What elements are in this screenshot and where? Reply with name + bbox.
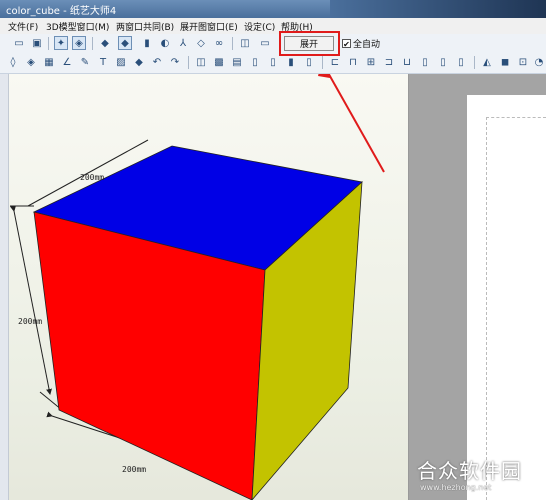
menu-settings[interactable]: 设定(C)	[244, 20, 275, 33]
mirror-icon[interactable]: ▯	[454, 55, 468, 69]
watermark-url: www.hezhong.net	[420, 483, 492, 492]
title-bar-background	[330, 0, 546, 18]
pattern-icon[interactable]: ▩	[212, 55, 226, 69]
redo-icon[interactable]: ↷	[168, 55, 182, 69]
split-view-icon[interactable]: ◫	[238, 36, 252, 50]
toolbar-separator	[92, 37, 93, 50]
menu-both-windows[interactable]: 两窗口共同(B)	[116, 20, 174, 33]
annotation-arrow	[327, 74, 385, 173]
pen-icon[interactable]: ✎	[78, 55, 92, 69]
align-right-icon[interactable]: ⊐	[382, 55, 396, 69]
view-model-icon[interactable]: ◆	[118, 36, 132, 50]
menu-file[interactable]: 文件(F)	[8, 20, 38, 33]
box-icon[interactable]: ◆	[132, 55, 146, 69]
fit-icon[interactable]: ⊡	[516, 55, 530, 69]
printable-area-guide	[486, 117, 546, 500]
page-icon[interactable]: ▯	[248, 55, 262, 69]
auto-checkbox[interactable]: ✔	[342, 39, 351, 49]
mesh-icon[interactable]: ◇	[194, 36, 208, 50]
flip-icon[interactable]: ▯	[436, 55, 450, 69]
texture-icon[interactable]: ◈	[72, 36, 86, 50]
annotation-highlight	[279, 31, 340, 56]
axes-icon[interactable]: ⅄	[176, 36, 190, 50]
text-icon[interactable]: T	[96, 55, 110, 69]
shape-icon[interactable]: ◼	[498, 55, 512, 69]
select-icon[interactable]: ◊	[6, 55, 20, 69]
main-toolbar: ▭ ▣ ✦ ◈ ◆ ◆ ▮ ◐ ⅄ ◇ ∞ ◫ ▭ 展开 ✔ 全自动	[0, 34, 546, 54]
title-bar: color_cube - 纸艺大师4	[0, 0, 546, 18]
rotate-model-icon[interactable]: ◆	[98, 36, 112, 50]
edit-toolbar: ◊ ◈ ▦ ∠ ✎ T ▨ ◆ ↶ ↷ ◫ ▩ ▤ ▯ ▯ ▮ ▯ ⊏ ⊓ ⊞ …	[0, 53, 546, 74]
single-view-icon[interactable]: ▭	[258, 36, 272, 50]
zoom-icon[interactable]: ◔	[532, 55, 546, 69]
auto-checkbox-group[interactable]: ✔ 全自动	[342, 37, 380, 50]
triangle-icon[interactable]: ◭	[480, 55, 494, 69]
toolbar-separator	[232, 37, 233, 50]
toolbar-separator	[474, 56, 475, 69]
zoom-page-icon[interactable]: ▯	[302, 55, 316, 69]
image-icon[interactable]: ▨	[114, 55, 128, 69]
layout-icon[interactable]: ▤	[230, 55, 244, 69]
watermark-text: 合众软件园	[417, 459, 522, 483]
copy-page-icon[interactable]: ▯	[266, 55, 280, 69]
paint-icon[interactable]: ◐	[158, 36, 172, 50]
toolbar-separator	[48, 37, 49, 50]
open-icon[interactable]: ▭	[12, 36, 26, 50]
menu-bar: 文件(F) 3D模型窗口(M) 两窗口共同(B) 展开图窗口(E) 设定(C) …	[0, 18, 546, 35]
dim-label-top: 200mm	[80, 173, 104, 182]
light-bulb-icon[interactable]: ✦	[54, 36, 68, 50]
align-top-icon[interactable]: ⊓	[346, 55, 360, 69]
window-title: color_cube - 纸艺大师4	[6, 6, 117, 17]
book-icon[interactable]: ◫	[194, 55, 208, 69]
save-icon[interactable]: ▣	[30, 36, 44, 50]
grid-icon[interactable]: ▦	[42, 55, 56, 69]
link-icon[interactable]: ∞	[212, 36, 226, 50]
line-icon[interactable]: ∠	[60, 55, 74, 69]
align-left-icon[interactable]: ⊏	[328, 55, 342, 69]
menu-3d-model-window[interactable]: 3D模型窗口(M)	[46, 20, 109, 33]
dim-label-left: 200mm	[18, 317, 42, 326]
lock-icon[interactable]: ▮	[284, 55, 298, 69]
move-icon[interactable]: ◈	[24, 55, 38, 69]
dim-label-bottom: 200mm	[122, 465, 146, 474]
align-center-icon[interactable]: ⊞	[364, 55, 378, 69]
undo-icon[interactable]: ↶	[150, 55, 164, 69]
toolbar-separator	[188, 56, 189, 69]
cube-scene: 200mm 200mm 200mm	[10, 74, 385, 500]
align-bottom-icon[interactable]: ⊔	[400, 55, 414, 69]
annotation-arrowhead	[318, 74, 330, 78]
auto-checkbox-label: 全自动	[353, 40, 381, 50]
toolbar-separator	[322, 56, 323, 69]
menu-unfold-window[interactable]: 展开图窗口(E)	[180, 20, 238, 33]
distribute-icon[interactable]: ▯	[418, 55, 432, 69]
cylinder-icon[interactable]: ▮	[140, 36, 154, 50]
